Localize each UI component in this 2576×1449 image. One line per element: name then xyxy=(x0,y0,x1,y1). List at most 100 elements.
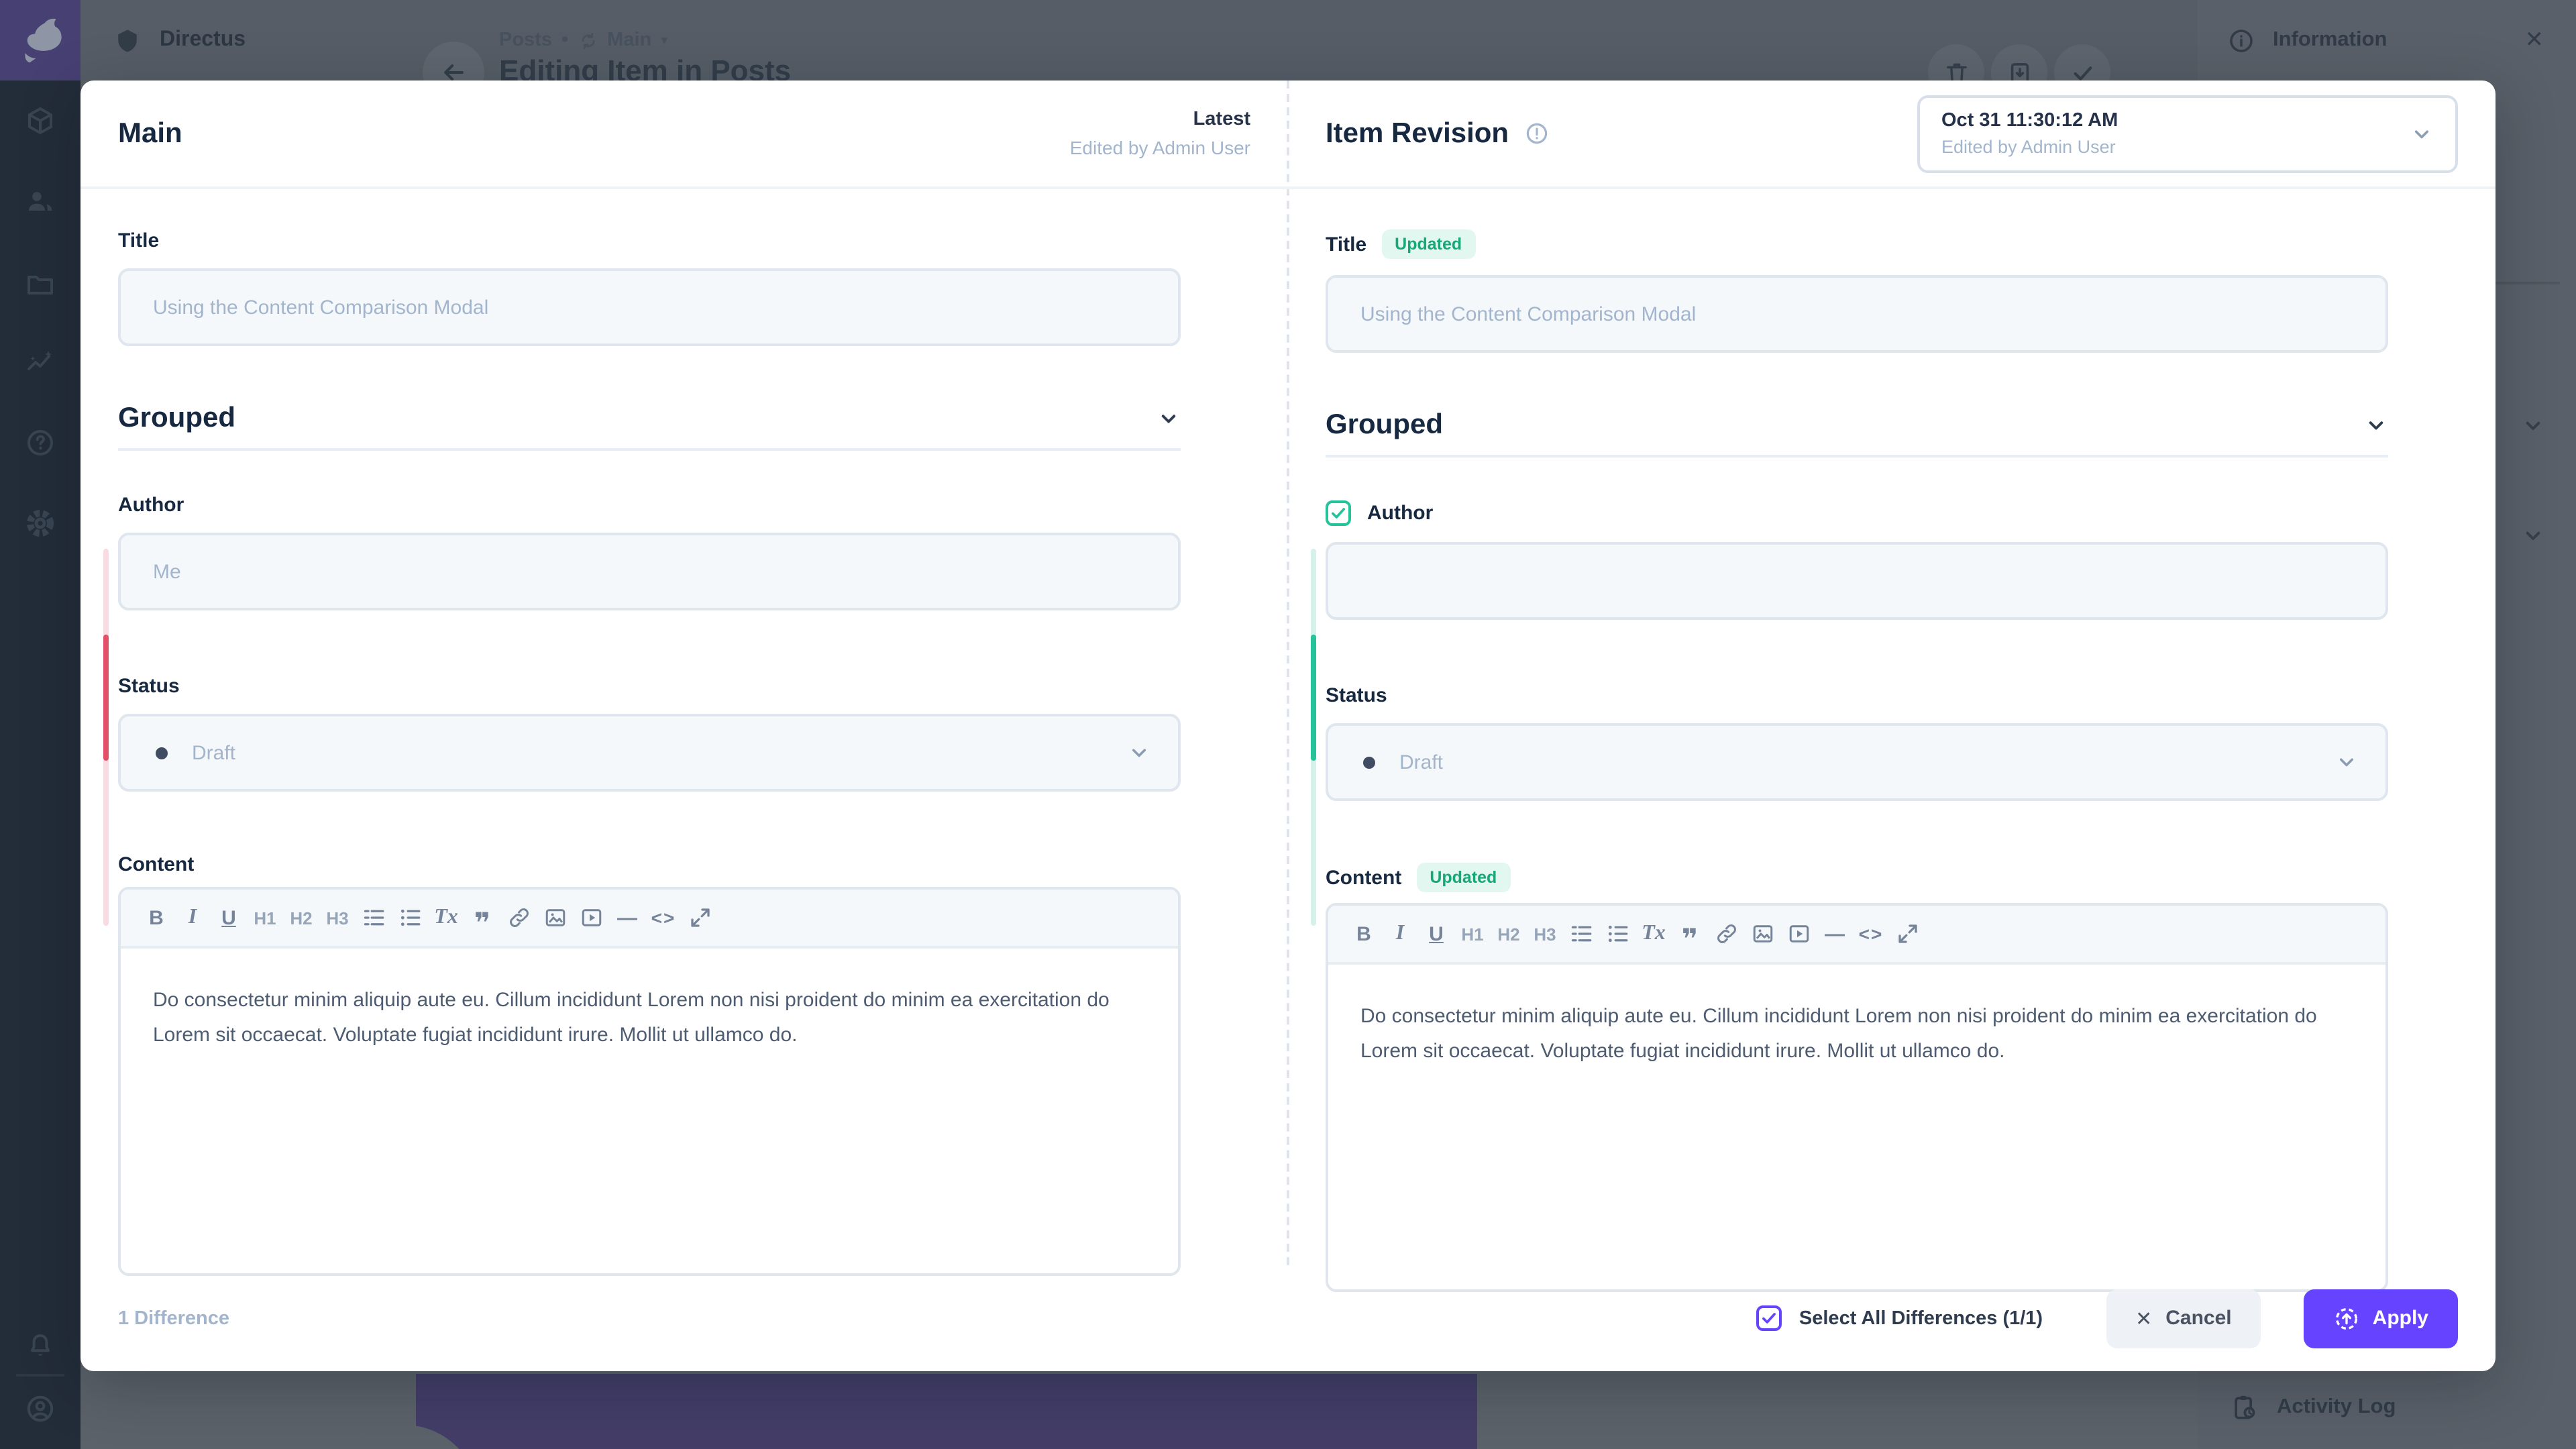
bold-button[interactable]: B xyxy=(138,898,174,938)
main-panel-title: Main xyxy=(118,117,182,150)
check-icon xyxy=(1330,504,1347,522)
select-all-checkbox[interactable] xyxy=(1756,1305,1782,1331)
sidebar-item-users[interactable] xyxy=(24,185,56,217)
author-input[interactable] xyxy=(1326,542,2388,620)
status-value: Draft xyxy=(1399,751,1443,773)
blockquote-button[interactable]: ❞ xyxy=(1672,914,1708,954)
info-panel-header[interactable]: Information ✕ xyxy=(2198,0,2576,80)
content-text[interactable]: Do consectetur minim aliquip aute eu. Ci… xyxy=(121,949,1178,1052)
breadcrumb[interactable]: Posts • Main ▾ xyxy=(499,30,667,51)
italic-button[interactable]: I xyxy=(174,898,211,938)
clear-format-button[interactable]: Tx xyxy=(428,898,464,938)
author-diff-checkbox[interactable] xyxy=(1326,500,1351,526)
activity-log-button[interactable]: Activity Log xyxy=(2230,1393,2396,1422)
bullet-list-button[interactable] xyxy=(392,898,428,938)
group-header[interactable]: Grouped xyxy=(118,402,1181,435)
difference-count: 1 Difference xyxy=(118,1307,229,1329)
h3-button[interactable]: H3 xyxy=(319,898,356,938)
fullscreen-button[interactable] xyxy=(682,898,718,938)
ordered-list-button[interactable] xyxy=(1563,914,1599,954)
group-label: Grouped xyxy=(1326,409,1443,441)
sidebar-item-settings[interactable] xyxy=(24,507,56,539)
horizontal-rule-button[interactable]: — xyxy=(609,898,645,938)
cancel-button[interactable]: ✕ Cancel xyxy=(2106,1289,2261,1348)
sidebar-item-files[interactable] xyxy=(24,268,56,301)
revision-panel-title: Item Revision xyxy=(1326,117,1509,150)
status-field-label: Status xyxy=(118,675,180,698)
project-chip[interactable]: Directus xyxy=(113,0,246,80)
horizontal-rule-button[interactable]: — xyxy=(1817,914,1853,954)
h3-button[interactable]: H3 xyxy=(1527,914,1563,954)
video-button[interactable] xyxy=(573,898,609,938)
sidebar-divider xyxy=(16,1374,64,1377)
breadcrumb-caret-icon: ▾ xyxy=(661,33,667,48)
underline-button[interactable]: U xyxy=(1418,914,1454,954)
cube-icon xyxy=(24,105,56,137)
image-button[interactable] xyxy=(537,898,573,938)
sidebar-item-help[interactable] xyxy=(24,427,56,459)
bullet-list-button[interactable] xyxy=(1599,914,1635,954)
bold-button[interactable]: B xyxy=(1346,914,1382,954)
check-icon xyxy=(1760,1309,1778,1327)
ordered-list-button[interactable] xyxy=(356,898,392,938)
content-editor: B I U H1 H2 H3 Tx ❞ — <> xyxy=(118,887,1181,1276)
close-icon: ✕ xyxy=(2135,1306,2152,1330)
rabbit-logo-icon xyxy=(15,15,66,66)
title-input[interactable] xyxy=(118,268,1181,346)
info-icon xyxy=(2227,26,2255,54)
video-button[interactable] xyxy=(1780,914,1817,954)
revision-info-icon[interactable] xyxy=(1523,121,1549,146)
notifications-button[interactable] xyxy=(24,1330,56,1362)
insights-icon xyxy=(24,346,56,378)
content-text[interactable]: Do consectetur minim aliquip aute eu. Ci… xyxy=(1328,965,2385,1068)
directus-logo[interactable] xyxy=(0,0,80,80)
close-sidebar-icon[interactable]: ✕ xyxy=(2525,27,2544,54)
h2-button[interactable]: H2 xyxy=(283,898,319,938)
rail-accordion-chevron-icon[interactable] xyxy=(2520,412,2546,439)
code-button[interactable]: <> xyxy=(645,898,682,938)
blockquote-button[interactable]: ❞ xyxy=(464,898,500,938)
status-field-label: Status xyxy=(1326,684,1387,707)
author-input[interactable] xyxy=(118,533,1181,610)
richtext-toolbar: B I U H1 H2 H3 Tx ❞ — <> xyxy=(1328,906,2385,965)
group-header[interactable]: Grouped xyxy=(1326,409,2388,441)
underline-button[interactable]: U xyxy=(211,898,247,938)
link-button[interactable] xyxy=(1708,914,1744,954)
revision-timestamp: Oct 31 11:30:12 AM xyxy=(1941,107,2410,134)
author-field-label: Author xyxy=(1367,502,1433,525)
revision-selector[interactable]: Oct 31 11:30:12 AM Edited by Admin User xyxy=(1917,95,2458,172)
chevron-down-icon[interactable] xyxy=(1157,407,1181,431)
sidebar-item-content[interactable] xyxy=(24,105,56,137)
fullscreen-button[interactable] xyxy=(1889,914,1925,954)
title-input[interactable] xyxy=(1326,275,2388,353)
link-button[interactable] xyxy=(500,898,537,938)
sidebar-item-insights[interactable] xyxy=(24,346,56,378)
account-circle-icon xyxy=(24,1393,56,1425)
help-icon xyxy=(24,427,56,459)
h1-button[interactable]: H1 xyxy=(247,898,283,938)
content-editor: B I U H1 H2 H3 Tx ❞ — <> xyxy=(1326,903,2388,1292)
select-all-label: Select All Differences (1/1) xyxy=(1799,1307,2043,1329)
breadcrumb-collection[interactable]: Posts xyxy=(499,30,552,51)
bell-icon xyxy=(24,1330,56,1362)
chevron-down-icon[interactable] xyxy=(2364,413,2388,437)
status-select[interactable]: Draft xyxy=(1326,723,2388,801)
user-menu-button[interactable] xyxy=(24,1393,56,1425)
image-button[interactable] xyxy=(1744,914,1780,954)
revision-panel-header: Item Revision Oct 31 11:30:12 AM Edited … xyxy=(1288,80,2496,189)
group-divider xyxy=(118,448,1181,451)
h1-button[interactable]: H1 xyxy=(1454,914,1491,954)
rail-accordion-chevron-icon[interactable] xyxy=(2520,522,2546,549)
apply-version-icon xyxy=(2334,1305,2361,1332)
apply-button[interactable]: Apply xyxy=(2304,1289,2458,1348)
h2-button[interactable]: H2 xyxy=(1491,914,1527,954)
status-dot-icon xyxy=(1363,756,1375,768)
chevron-down-icon xyxy=(2410,121,2434,146)
breadcrumb-version[interactable]: Main xyxy=(607,30,651,51)
group-label: Grouped xyxy=(118,402,235,435)
code-button[interactable]: <> xyxy=(1853,914,1889,954)
status-select[interactable]: Draft xyxy=(118,714,1181,792)
clear-format-button[interactable]: Tx xyxy=(1635,914,1672,954)
content-field-label: Content xyxy=(118,853,194,876)
italic-button[interactable]: I xyxy=(1382,914,1418,954)
